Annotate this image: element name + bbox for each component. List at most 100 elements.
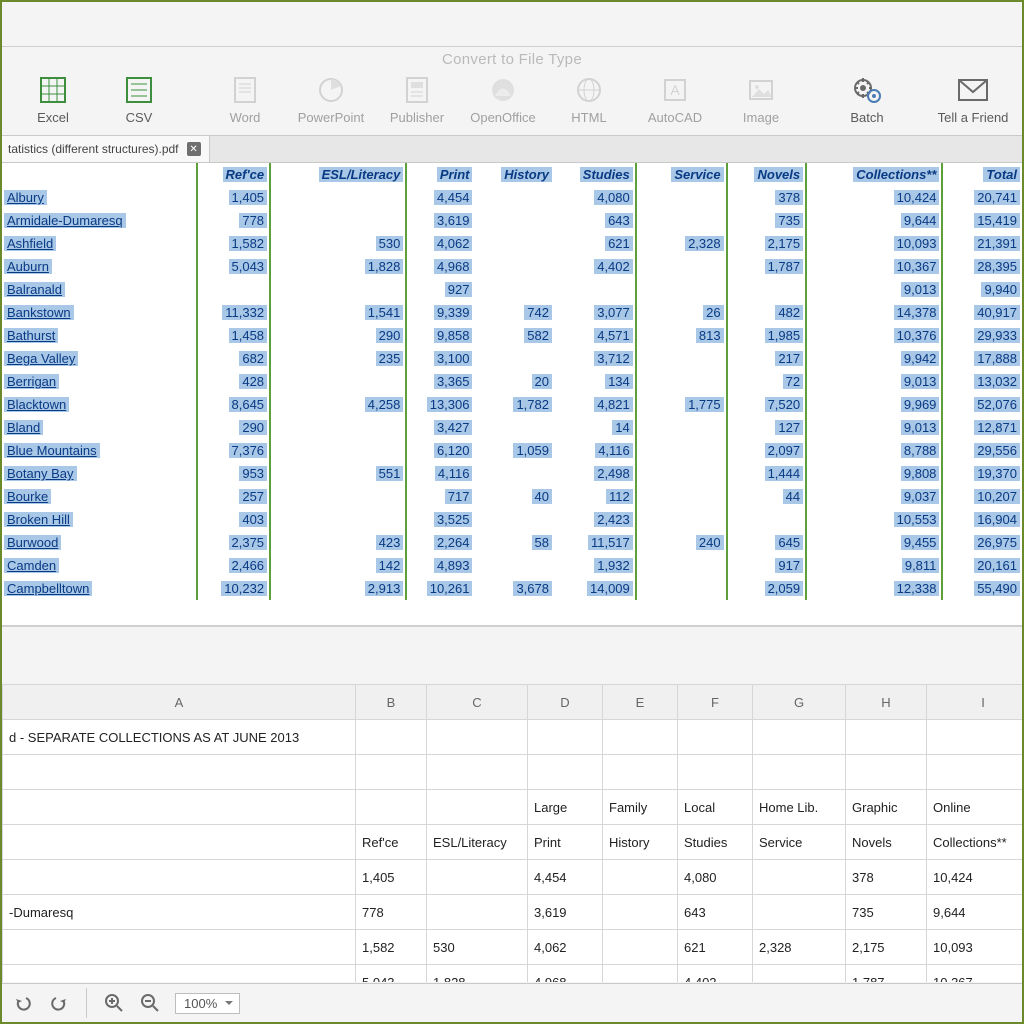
cell[interactable] (603, 755, 678, 790)
cell[interactable] (356, 755, 427, 790)
cell[interactable]: 4,968 (528, 965, 603, 983)
convert-openoffice-button[interactable]: OpenOffice (466, 70, 540, 129)
cell[interactable] (427, 755, 528, 790)
cell[interactable] (753, 895, 846, 930)
cell[interactable] (603, 860, 678, 895)
cell[interactable]: Novels (846, 825, 927, 860)
col-header[interactable]: B (356, 685, 427, 720)
cell[interactable] (927, 720, 1023, 755)
cell[interactable] (356, 720, 427, 755)
cell[interactable]: Graphic (846, 790, 927, 825)
cell[interactable] (427, 895, 528, 930)
cell[interactable]: 4,402 (678, 965, 753, 983)
cell[interactable]: Family (603, 790, 678, 825)
table-row[interactable]: d - SEPARATE COLLECTIONS AS AT JUNE 2013 (3, 720, 1023, 755)
cell[interactable] (3, 755, 356, 790)
table-row[interactable]: 1,4054,4544,08037810,42420,741 (3, 860, 1023, 895)
cell[interactable] (753, 860, 846, 895)
cell[interactable] (753, 755, 846, 790)
close-tab-icon[interactable]: ✕ (187, 142, 201, 156)
cell[interactable]: 10,367 (927, 965, 1023, 983)
cell[interactable]: 5,043 (356, 965, 427, 983)
cell[interactable] (3, 965, 356, 983)
cell[interactable]: 9,644 (927, 895, 1023, 930)
spreadsheet-panel[interactable]: ABCDEFGHIJd - SEPARATE COLLECTIONS AS AT… (2, 684, 1022, 982)
cell[interactable]: 2,175 (846, 930, 927, 965)
col-header[interactable]: I (927, 685, 1023, 720)
table-row[interactable]: 5,0431,8284,9684,4021,78710,36728,395 (3, 965, 1023, 983)
table-row[interactable]: LargeFamilyLocalHome Lib.GraphicOnline (3, 790, 1023, 825)
convert-html-button[interactable]: HTML (552, 70, 626, 129)
cell[interactable]: d - SEPARATE COLLECTIONS AS AT JUNE 2013 (3, 720, 356, 755)
pdf-view-panel[interactable]: Ref'ceESL/LiteracyPrintHistoryStudiesSer… (2, 163, 1022, 627)
cell[interactable]: 1,582 (356, 930, 427, 965)
col-header[interactable]: G (753, 685, 846, 720)
cell[interactable] (427, 720, 528, 755)
convert-image-button[interactable]: Image (724, 70, 798, 129)
cell[interactable]: 778 (356, 895, 427, 930)
cell[interactable] (3, 930, 356, 965)
convert-csv-button[interactable]: CSV (102, 70, 176, 129)
table-row[interactable]: Ref'ceESL/LiteracyPrintHistoryStudiesSer… (3, 825, 1023, 860)
col-header[interactable]: E (603, 685, 678, 720)
cell[interactable] (3, 825, 356, 860)
zoom-dropdown[interactable]: 100% (175, 993, 240, 1014)
table-row[interactable]: 1,5825304,0626212,3282,17510,09321,391 (3, 930, 1023, 965)
table-row[interactable]: -Dumaresq7783,6196437359,64415,419 (3, 895, 1023, 930)
cell[interactable]: History (603, 825, 678, 860)
cell[interactable] (603, 895, 678, 930)
cell[interactable]: Studies (678, 825, 753, 860)
convert-powerpoint-button[interactable]: PowerPoint (294, 70, 368, 129)
col-header[interactable]: F (678, 685, 753, 720)
cell[interactable] (528, 755, 603, 790)
col-header[interactable]: D (528, 685, 603, 720)
col-header[interactable]: C (427, 685, 528, 720)
cell[interactable]: -Dumaresq (3, 895, 356, 930)
cell[interactable]: 2,328 (753, 930, 846, 965)
cell[interactable] (846, 720, 927, 755)
col-header[interactable]: H (846, 685, 927, 720)
cell[interactable]: Large (528, 790, 603, 825)
zoom-in-button[interactable] (103, 992, 125, 1014)
document-tab[interactable]: tatistics (different structures).pdf ✕ (2, 136, 210, 162)
cell[interactable]: Local (678, 790, 753, 825)
cell[interactable] (603, 930, 678, 965)
cell[interactable] (427, 860, 528, 895)
cell[interactable]: 3,619 (528, 895, 603, 930)
zoom-out-button[interactable] (139, 992, 161, 1014)
table-row[interactable] (3, 755, 1023, 790)
convert-autocad-button[interactable]: A AutoCAD (638, 70, 712, 129)
cell[interactable] (427, 790, 528, 825)
cell[interactable]: 4,062 (528, 930, 603, 965)
cell[interactable]: 621 (678, 930, 753, 965)
cell[interactable]: ESL/Literacy (427, 825, 528, 860)
cell[interactable] (678, 755, 753, 790)
cell[interactable]: 530 (427, 930, 528, 965)
cell[interactable]: 4,080 (678, 860, 753, 895)
undo-button[interactable] (12, 992, 34, 1014)
convert-excel-button[interactable]: Excel (16, 70, 90, 129)
cell[interactable]: 643 (678, 895, 753, 930)
cell[interactable]: Print (528, 825, 603, 860)
cell[interactable] (927, 755, 1023, 790)
cell[interactable] (3, 860, 356, 895)
cell[interactable]: Ref'ce (356, 825, 427, 860)
batch-button[interactable]: Batch (830, 70, 904, 129)
cell[interactable]: 1,787 (846, 965, 927, 983)
cell[interactable]: 10,424 (927, 860, 1023, 895)
cell[interactable]: 10,093 (927, 930, 1023, 965)
cell[interactable] (603, 720, 678, 755)
cell[interactable] (356, 790, 427, 825)
cell[interactable] (678, 720, 753, 755)
cell[interactable]: 378 (846, 860, 927, 895)
cell[interactable] (3, 790, 356, 825)
col-header[interactable]: A (3, 685, 356, 720)
cell[interactable] (753, 720, 846, 755)
convert-word-button[interactable]: Word (208, 70, 282, 129)
cell[interactable]: 1,828 (427, 965, 528, 983)
cell[interactable] (528, 720, 603, 755)
cell[interactable]: 1,405 (356, 860, 427, 895)
cell[interactable]: Home Lib. (753, 790, 846, 825)
cell[interactable]: Service (753, 825, 846, 860)
tell-friend-button[interactable]: Tell a Friend (936, 70, 1010, 129)
